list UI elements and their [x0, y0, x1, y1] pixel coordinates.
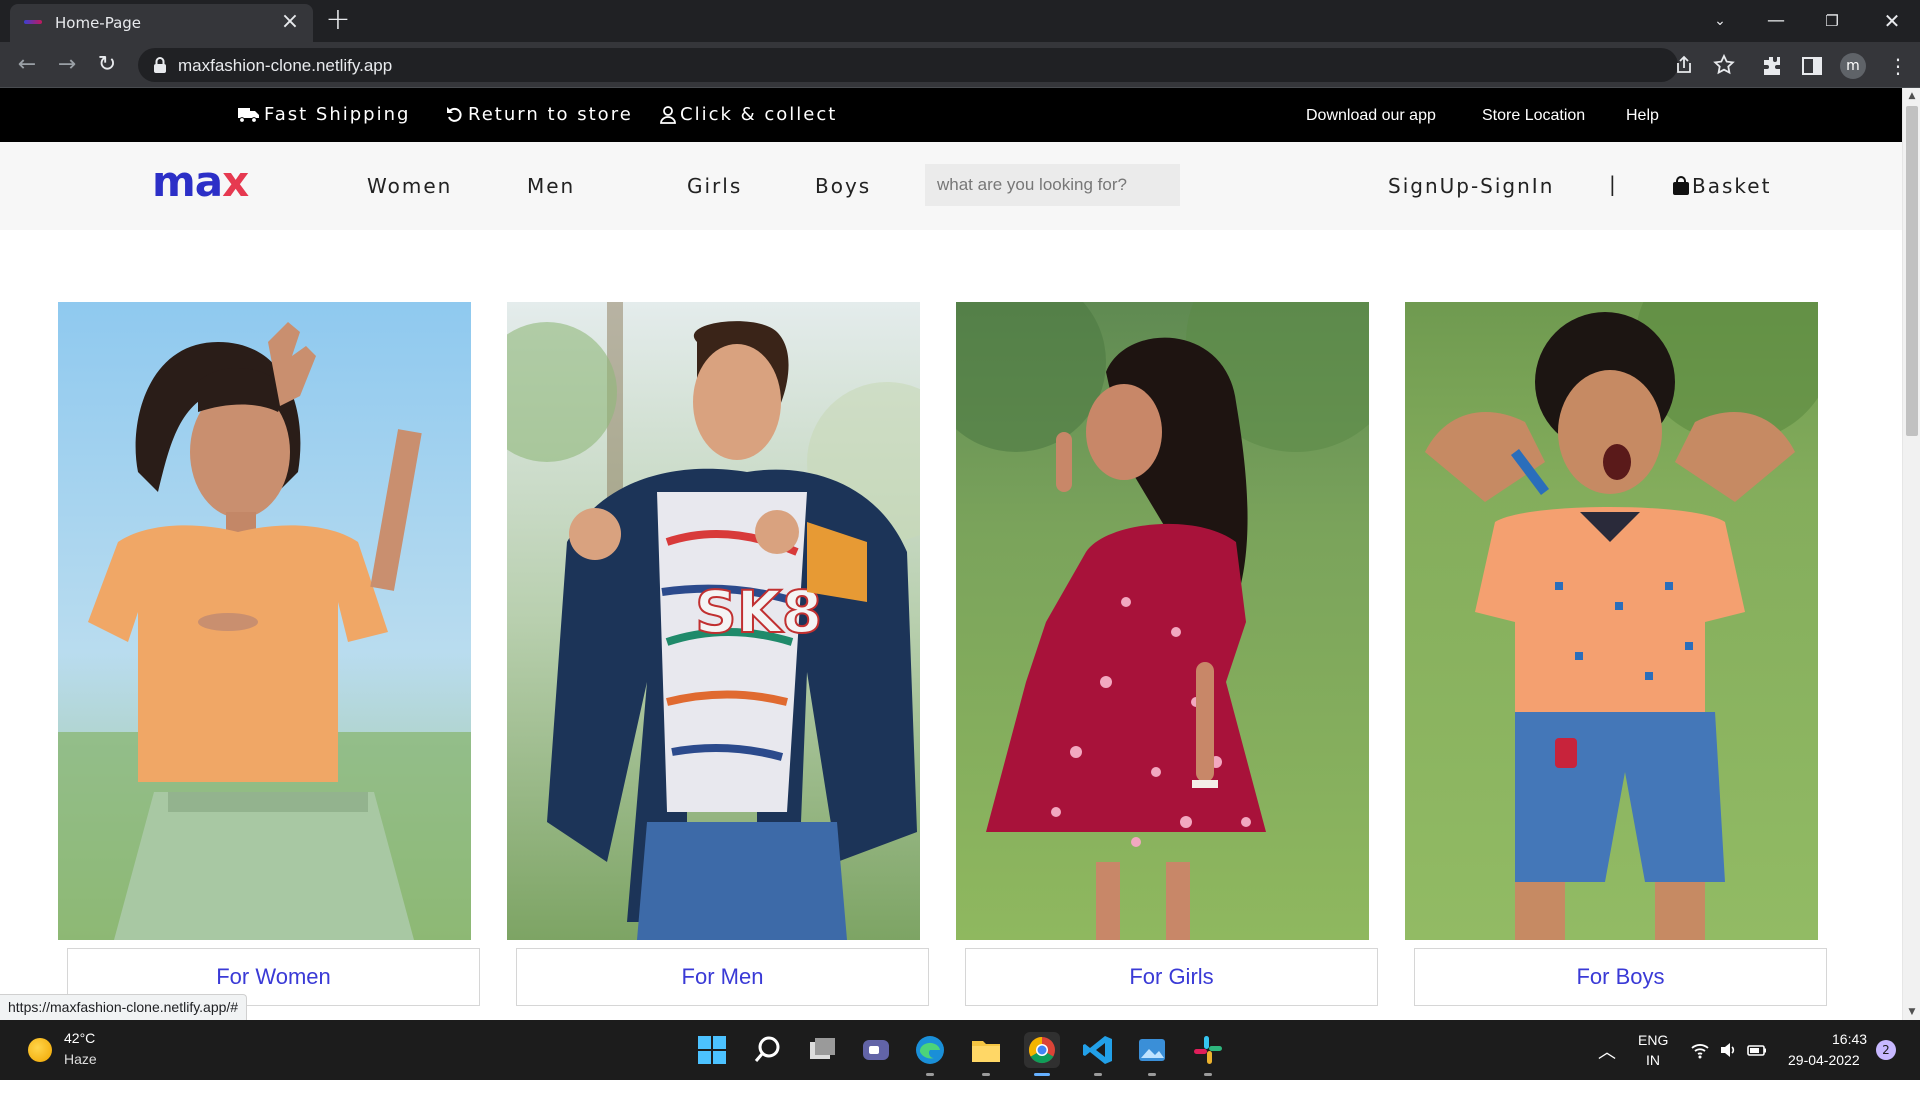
weather-condition[interactable]: Haze: [64, 1051, 97, 1067]
slack-app[interactable]: [1190, 1032, 1226, 1076]
notification-badge[interactable]: 2: [1876, 1040, 1896, 1060]
chrome-icon: [1028, 1036, 1055, 1064]
category-women-image[interactable]: [58, 302, 471, 940]
page-scrollbar[interactable]: ▲ ▼: [1902, 88, 1920, 1020]
undo-icon: [447, 106, 462, 122]
close-tab-icon[interactable]: ×: [277, 9, 303, 35]
signup-signin-link[interactable]: SignUp-SignIn: [1388, 174, 1554, 198]
chrome-app[interactable]: [1024, 1032, 1060, 1076]
perk-label: Fast Shipping: [264, 104, 411, 125]
reload-icon[interactable]: ↻: [92, 50, 122, 80]
tab-favicon-icon: [24, 20, 42, 24]
download-app-link[interactable]: Download our app: [1306, 107, 1436, 125]
page-viewport: Fast Shipping Return to store Click & co…: [0, 88, 1920, 1020]
help-link[interactable]: Help: [1626, 107, 1659, 125]
nav-separator: |: [1609, 172, 1616, 196]
bookmark-star-icon[interactable]: [1712, 53, 1736, 77]
nav-men[interactable]: Men: [527, 174, 575, 198]
chat-icon: [863, 1040, 889, 1060]
weather-sun-icon[interactable]: [28, 1038, 52, 1062]
scroll-up-arrow-icon[interactable]: ▲: [1903, 88, 1920, 104]
battery-icon[interactable]: [1746, 1040, 1768, 1060]
profile-avatar[interactable]: m: [1840, 53, 1866, 79]
extensions-icon[interactable]: [1760, 54, 1784, 78]
edge-app[interactable]: [912, 1032, 948, 1076]
max-logo[interactable]: max: [150, 160, 280, 204]
tab-search-icon[interactable]: ⌄: [1692, 0, 1748, 42]
perk-label: Return to store: [468, 104, 633, 125]
search-icon: [754, 1036, 780, 1062]
folder-icon: [972, 1041, 1000, 1062]
search-input[interactable]: [925, 164, 1180, 206]
link-status-url: https://maxfashion-clone.netlify.app/#: [0, 994, 248, 1020]
photos-app[interactable]: [1134, 1032, 1170, 1076]
user-icon: [660, 105, 676, 124]
vscode-icon: [1083, 1036, 1112, 1064]
browser-tab-bar: Home-Page × + ⌄ — ❐ ✕: [0, 0, 1920, 42]
store-location-link[interactable]: Store Location: [1482, 107, 1585, 125]
return-to-store-perk: Return to store: [446, 104, 633, 125]
nav-boys[interactable]: Boys: [815, 174, 871, 198]
perk-label: Click & collect: [680, 104, 838, 125]
nav-girls[interactable]: Girls: [687, 174, 742, 198]
for-men-button[interactable]: For Men: [516, 948, 929, 1006]
restore-button[interactable]: ❐: [1804, 0, 1860, 42]
shopping-bag-icon: [1673, 176, 1689, 195]
shirt-print-text: SK8: [695, 578, 822, 646]
slack-icon: [1194, 1036, 1222, 1064]
browser-tab[interactable]: Home-Page ×: [10, 4, 313, 42]
fast-shipping-perk: Fast Shipping: [238, 104, 410, 125]
chat-app[interactable]: [858, 1032, 894, 1068]
main-navigation: max Women Men Girls Boys SignUp-SignIn |…: [0, 142, 1902, 230]
for-girls-button[interactable]: For Girls: [965, 948, 1378, 1006]
lock-icon: [154, 57, 166, 73]
language-region[interactable]: IN: [1646, 1052, 1660, 1112]
clock-date[interactable]: 29-04-2022: [1788, 1052, 1860, 1112]
edge-icon: [916, 1036, 944, 1064]
scroll-down-arrow-icon[interactable]: ▼: [1903, 1004, 1920, 1020]
for-boys-button[interactable]: For Boys: [1414, 948, 1827, 1006]
address-bar[interactable]: maxfashion-clone.netlify.app: [138, 48, 1735, 82]
side-panel-icon[interactable]: [1800, 54, 1824, 78]
taskbar-search-button[interactable]: [750, 1032, 786, 1068]
minimize-button[interactable]: —: [1748, 0, 1804, 42]
truck-icon: [238, 107, 259, 123]
scrollbar-thumb[interactable]: [1906, 106, 1918, 436]
photos-icon: [1139, 1039, 1165, 1061]
category-boys-image[interactable]: [1405, 302, 1818, 940]
windows-taskbar: 42°C Haze ︿ ENG IN 16:43 29-04-2022 2: [0, 1020, 1920, 1080]
share-icon[interactable]: [1672, 53, 1696, 77]
task-view-icon: [810, 1038, 835, 1059]
category-girls-image[interactable]: [956, 302, 1369, 940]
nav-women[interactable]: Women: [367, 174, 452, 198]
click-collect-perk: Click & collect: [660, 104, 837, 125]
browser-toolbar: ← → ↻ maxfashion-clone.netlify.app m ⋮: [0, 42, 1920, 88]
close-window-button[interactable]: ✕: [1864, 0, 1920, 42]
vscode-app[interactable]: [1080, 1032, 1116, 1076]
weather-temperature[interactable]: 42°C: [64, 1030, 95, 1046]
show-hidden-icons-chevron-icon[interactable]: ︿: [1598, 1038, 1616, 1098]
tab-title: Home-Page: [55, 14, 142, 32]
logo-text: max: [152, 160, 249, 204]
task-view-button[interactable]: [804, 1032, 840, 1068]
wifi-icon[interactable]: [1690, 1040, 1710, 1060]
start-button[interactable]: [694, 1032, 730, 1068]
top-info-strip: Fast Shipping Return to store Click & co…: [0, 88, 1902, 142]
new-tab-button[interactable]: +: [324, 5, 352, 35]
url-text: maxfashion-clone.netlify.app: [178, 56, 393, 75]
forward-icon[interactable]: →: [52, 50, 82, 80]
category-men-image[interactable]: SK8: [507, 302, 920, 940]
basket-link[interactable]: Basket: [1672, 174, 1771, 198]
browser-menu-icon[interactable]: ⋮: [1886, 52, 1910, 80]
windows-logo-icon: [698, 1036, 726, 1064]
file-explorer-app[interactable]: [968, 1032, 1004, 1076]
basket-label: Basket: [1692, 174, 1772, 198]
back-icon[interactable]: ←: [12, 50, 42, 80]
volume-icon[interactable]: [1718, 1040, 1738, 1060]
